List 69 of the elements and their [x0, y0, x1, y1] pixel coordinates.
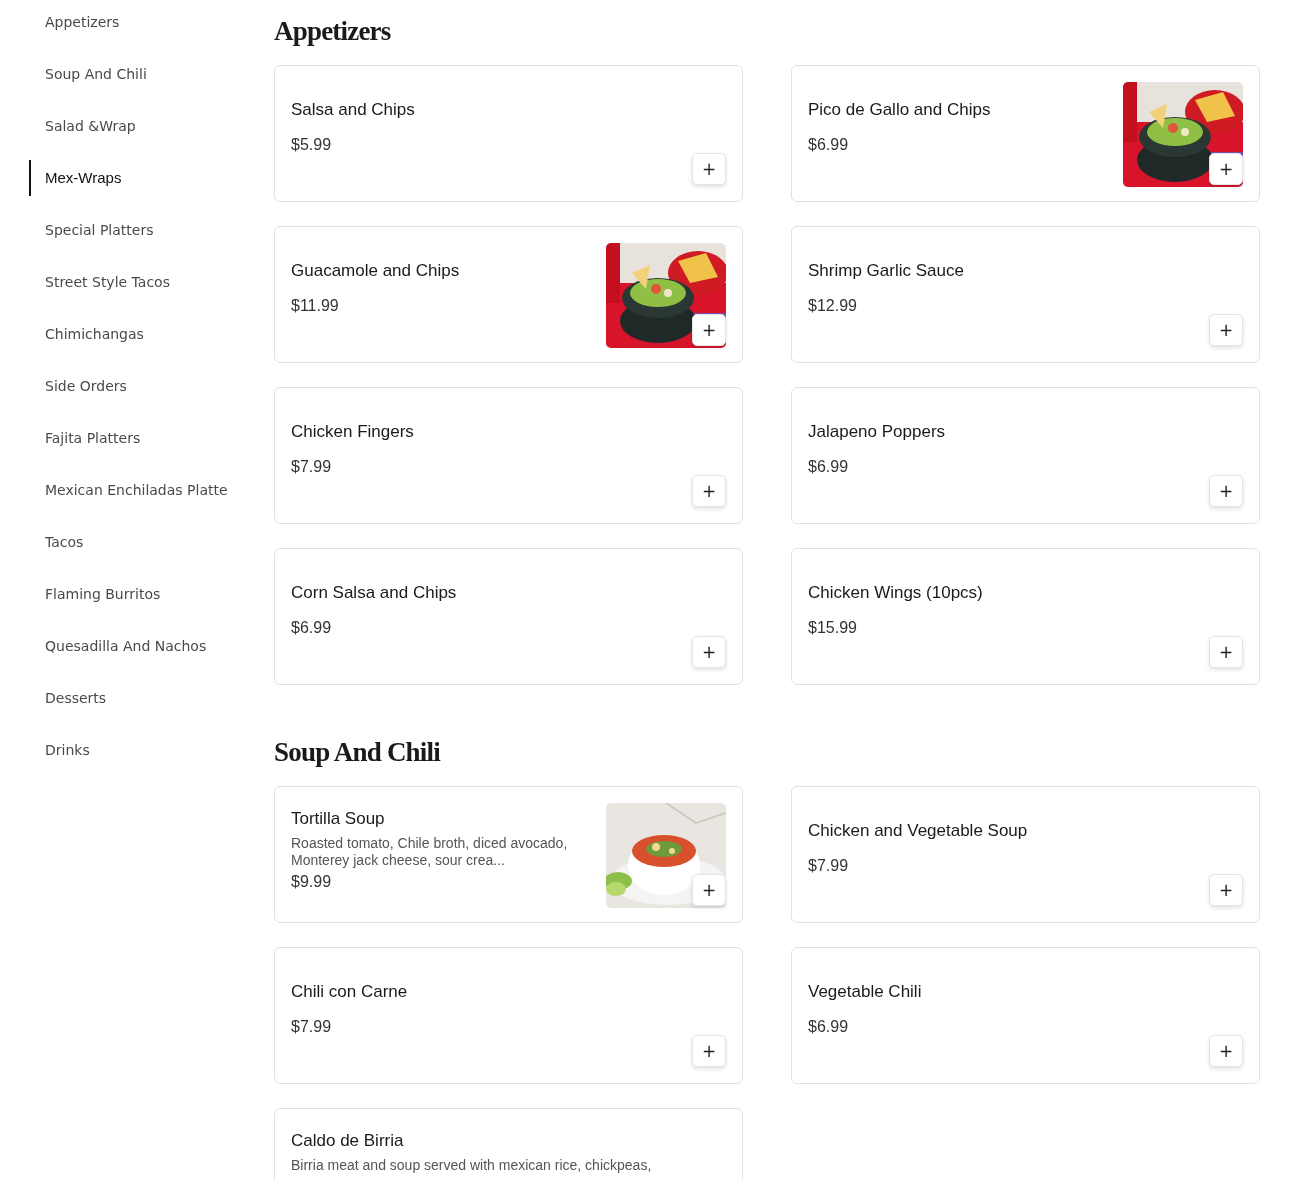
add-button[interactable]: + [692, 874, 726, 906]
menu-item-card[interactable]: Vegetable Chili $6.99 + [791, 947, 1260, 1084]
item-name: Vegetable Chili [808, 981, 923, 1002]
item-name: Tortilla Soup [291, 809, 386, 829]
add-button[interactable]: + [1209, 314, 1243, 346]
category-link[interactable]: Quesadilla And Nachos [29, 628, 274, 664]
category-link[interactable]: Mex-Wraps [29, 160, 274, 196]
menu-item-card[interactable]: Tortilla Soup Roasted tomato, Chile broth, diced avocado, Monterey jack cheese, sour crea... $9.99 + [274, 786, 743, 923]
item-name: Jalapeno Poppers [808, 421, 947, 442]
menu-item-card[interactable]: Chicken Wings (10pcs) $15.99 + [791, 548, 1260, 685]
item-price: $7.99 [808, 856, 850, 875]
item-price: $7.99 [291, 1017, 333, 1036]
add-button[interactable]: + [1209, 1035, 1243, 1067]
menu-item-card[interactable]: Caldo de Birria Birria meat and soup served with mexican rice, chickpeas, [274, 1108, 743, 1180]
item-name: Chicken Wings (10pcs) [808, 582, 984, 603]
category-link[interactable]: Drinks [29, 732, 274, 768]
item-name: Chili con Carne [291, 981, 409, 1002]
add-button[interactable]: + [692, 153, 726, 185]
add-button[interactable]: + [1209, 153, 1243, 185]
item-price: $7.99 [291, 457, 333, 476]
category-link[interactable]: Mexican Enchiladas Platte [29, 472, 274, 508]
category-link[interactable]: Tacos [29, 524, 274, 560]
category-link[interactable]: Special Platters [29, 212, 274, 248]
category-link[interactable]: Appetizers [29, 4, 274, 40]
menu-item-card[interactable]: Corn Salsa and Chips $6.99 + [274, 548, 743, 685]
add-button[interactable]: + [692, 636, 726, 668]
item-price: $6.99 [291, 618, 333, 637]
item-price: $6.99 [808, 457, 850, 476]
add-button[interactable]: + [692, 475, 726, 507]
item-name: Guacamole and Chips [291, 260, 461, 281]
menu-item-card[interactable]: Chili con Carne $7.99 + [274, 947, 743, 1084]
item-price: $12.99 [808, 296, 858, 315]
item-price: $6.99 [808, 135, 850, 154]
section-heading: Soup And Chili [274, 736, 442, 769]
item-name: Chicken and Vegetable Soup [808, 820, 1029, 841]
menu-item-card[interactable]: Chicken and Vegetable Soup $7.99 + [791, 786, 1260, 923]
category-link[interactable]: Chimichangas [29, 316, 274, 352]
category-link[interactable]: Side Orders [29, 368, 274, 404]
add-button[interactable]: + [1209, 636, 1243, 668]
menu-item-card[interactable]: Pico de Gallo and Chips $6.99 + [791, 65, 1260, 202]
category-link[interactable]: Desserts [29, 680, 274, 716]
item-name: Caldo de Birria [291, 1131, 405, 1151]
item-price: $15.99 [808, 618, 858, 637]
item-name: Pico de Gallo and Chips [808, 99, 992, 120]
item-name: Salsa and Chips [291, 99, 416, 120]
add-button[interactable]: + [1209, 475, 1243, 507]
category-link[interactable]: Salad &Wrap [29, 108, 274, 144]
menu-item-card[interactable]: Salsa and Chips $5.99 + [274, 65, 743, 202]
section-heading: Appetizers [274, 15, 392, 48]
category-link[interactable]: Flaming Burritos [29, 576, 274, 612]
item-name: Shrimp Garlic Sauce [808, 260, 965, 281]
category-link[interactable]: Fajita Platters [29, 420, 274, 456]
item-price: $11.99 [291, 296, 340, 315]
category-link[interactable]: Soup And Chili [29, 56, 274, 92]
item-price: $6.99 [808, 1017, 850, 1036]
item-name: Chicken Fingers [291, 421, 415, 442]
add-button[interactable]: + [692, 1035, 726, 1067]
menu-item-card[interactable]: Chicken Fingers $7.99 + [274, 387, 743, 524]
menu-item-card[interactable]: Jalapeno Poppers $6.99 + [791, 387, 1260, 524]
add-button[interactable]: + [1209, 874, 1243, 906]
menu-item-card[interactable]: Guacamole and Chips $11.99 + [274, 226, 743, 363]
item-description: Birria meat and soup served with mexican rice, chickpeas, [291, 1157, 653, 1174]
item-description: Roasted tomato, Chile broth, diced avocado, Monterey jack cheese, sour crea... [291, 835, 569, 869]
category-link[interactable]: Street Style Tacos [29, 264, 274, 300]
menu-item-card[interactable]: Shrimp Garlic Sauce $12.99 + [791, 226, 1260, 363]
add-button[interactable]: + [692, 314, 726, 346]
item-name: Corn Salsa and Chips [291, 582, 458, 603]
item-price: $9.99 [291, 873, 333, 891]
item-price: $5.99 [291, 135, 333, 154]
